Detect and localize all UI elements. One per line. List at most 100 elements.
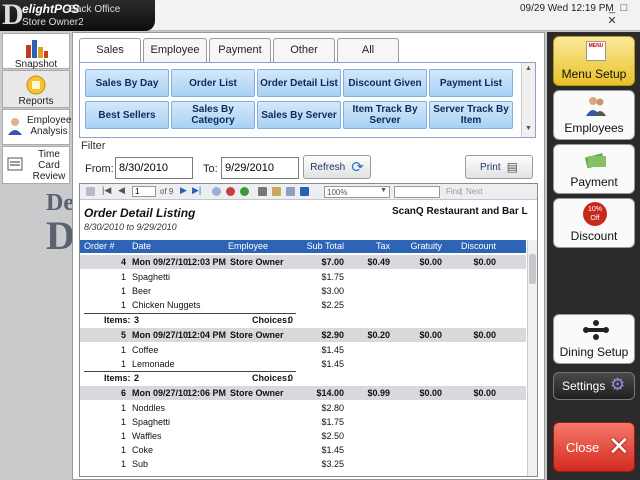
filter-legend: Filter: [81, 140, 106, 152]
printer-icon: ▤: [506, 160, 518, 174]
report-grid-scrollbar[interactable]: ▲ ▼: [521, 63, 535, 137]
tab-sales[interactable]: Sales: [79, 38, 141, 63]
menu-badge: MENU: [588, 43, 604, 49]
first-page-icon[interactable]: |◀: [102, 185, 111, 196]
left-nav: Snapshot Reports Employee Analysis Time …: [0, 33, 72, 184]
item-row: 1 Sub $3.25: [120, 459, 344, 469]
nav-time-card-review[interactable]: Time Card Review: [2, 146, 70, 184]
col-discount: Discount: [460, 241, 496, 251]
report-payment-list[interactable]: Payment List: [429, 69, 513, 97]
report-scrollbar[interactable]: [527, 240, 537, 476]
refresh-button[interactable]: Refresh ⟳: [303, 155, 371, 179]
refresh-label: Refresh: [310, 161, 346, 173]
bar-chart-icon: [26, 40, 48, 58]
discount-button[interactable]: 10% Off Discount: [553, 198, 635, 248]
filter-section: Filter From: To: Refresh ⟳ Print ▤: [79, 140, 539, 183]
report-sales-by-category[interactable]: Sales By Category: [171, 101, 255, 129]
print-layout-icon[interactable]: [272, 187, 281, 196]
employees-icon: [586, 97, 606, 116]
refresh-report-icon[interactable]: [240, 187, 249, 196]
nav-snapshot[interactable]: Snapshot: [2, 33, 70, 70]
settings-button[interactable]: Settings ⚙: [553, 372, 635, 400]
close-x-icon: ✕: [608, 431, 630, 461]
order-row[interactable]: 6 Mon 09/27/10 12:06 PM Store Owner $14.…: [80, 386, 526, 400]
toggle-sidebar-icon[interactable]: [86, 187, 95, 196]
report-sales-by-day[interactable]: Sales By Day: [85, 69, 169, 97]
report-order-detail-list[interactable]: Order Detail List: [257, 69, 341, 97]
from-date-input[interactable]: [115, 157, 193, 179]
viewer-toolbar: |◀ ◀ of 9 ▶ ▶| 100% ▼ Find | Next: [80, 184, 537, 200]
order-row[interactable]: 5 Mon 09/27/10 12:04 PM Store Owner $2.9…: [80, 328, 526, 342]
tab-other[interactable]: Other: [273, 38, 335, 62]
close-window-button[interactable]: ✕: [606, 14, 618, 27]
print-label: Print: [480, 161, 501, 173]
minimize-button[interactable]: _: [606, 2, 618, 14]
app-logo: D elightPOS -Back Office Store Owner2: [0, 0, 155, 31]
dining-table-icon: [583, 320, 609, 340]
discount-badge-bottom: Off: [590, 215, 600, 222]
discount-badge-icon: 10% Off: [583, 202, 607, 226]
export-icon[interactable]: [300, 187, 309, 196]
scrollbar-thumb[interactable]: [529, 254, 536, 284]
prev-page-icon[interactable]: ◀: [118, 185, 125, 196]
report-button-grid: Sales By Day Order List Order Detail Lis…: [79, 62, 536, 138]
zoom-value: 100%: [327, 188, 348, 197]
report-server-track-by-item[interactable]: Server Track By Item: [429, 101, 513, 129]
dining-setup-button[interactable]: Dining Setup: [553, 314, 635, 364]
report-title: Order Detail Listing: [84, 206, 196, 220]
find-input[interactable]: [394, 186, 440, 198]
order-row[interactable]: 4 Mon 09/27/10 12:03 PM Store Owner $7.0…: [80, 255, 526, 269]
item-row: 1 Coffee $1.45: [120, 345, 344, 355]
title-bar: D elightPOS -Back Office Store Owner2 09…: [0, 0, 640, 31]
back-icon[interactable]: [212, 187, 221, 196]
dining-setup-label: Dining Setup: [559, 345, 629, 359]
report-sales-by-server[interactable]: Sales By Server: [257, 101, 341, 129]
report-best-sellers[interactable]: Best Sellers: [85, 101, 169, 129]
col-employee: Employee: [228, 241, 269, 251]
print-button[interactable]: Print ▤: [465, 155, 533, 179]
report-item-track-by-server[interactable]: Item Track By Server: [343, 101, 427, 129]
report-order-list[interactable]: Order List: [171, 69, 255, 97]
employees-label: Employees: [564, 121, 624, 135]
next-page-icon[interactable]: ▶: [180, 185, 187, 196]
close-button[interactable]: Close ✕: [553, 422, 635, 472]
nav-employee-analysis-label: Employee Analysis: [27, 115, 72, 137]
reports-icon: [26, 75, 46, 95]
refresh-icon: ⟳: [351, 159, 364, 176]
money-icon: [584, 153, 606, 169]
page-setup-icon[interactable]: [286, 187, 295, 196]
nav-employee-analysis[interactable]: Employee Analysis: [2, 109, 72, 145]
stop-icon[interactable]: [226, 187, 235, 196]
tab-employee[interactable]: Employee: [143, 38, 207, 62]
report-discount-given[interactable]: Discount Given: [343, 69, 427, 97]
reports-panel: Sales Employee Payment Other All Sales B…: [72, 32, 545, 480]
nav-time-card-review-label: Time Card Review: [32, 149, 66, 182]
order-summary-row: Items: 2 Choices: 0: [80, 371, 526, 385]
tab-all[interactable]: All: [337, 38, 399, 62]
time-card-icon: [7, 157, 23, 171]
section-name: -Back Office: [66, 4, 121, 15]
to-date-input[interactable]: [221, 157, 299, 179]
last-page-icon[interactable]: ▶|: [192, 185, 201, 196]
page-number-input[interactable]: [132, 186, 156, 197]
col-gratuity: Gratuity: [410, 241, 442, 251]
menu-setup-label: Menu Setup: [561, 67, 627, 81]
item-row: 1 Noddles $2.80: [120, 403, 344, 413]
payment-button[interactable]: Payment: [553, 144, 635, 194]
nav-reports[interactable]: Reports: [2, 70, 70, 108]
tab-payment[interactable]: Payment: [209, 38, 271, 62]
item-row: 1 Lemonade $1.45: [120, 359, 344, 369]
nav-reports-label: Reports: [18, 96, 54, 107]
page-count: of 9: [160, 187, 174, 196]
maximize-button[interactable]: □: [618, 2, 630, 14]
report-viewer: |◀ ◀ of 9 ▶ ▶| 100% ▼ Find | Next Order …: [79, 183, 538, 477]
next-link[interactable]: Next: [466, 187, 482, 196]
employees-button[interactable]: Employees: [553, 90, 635, 140]
window-controls: _ □✕: [606, 2, 640, 27]
print-report-icon[interactable]: [258, 187, 267, 196]
zoom-select[interactable]: 100% ▼: [324, 186, 390, 198]
company-name: ScanQ Restaurant and Bar L: [392, 206, 528, 217]
menu-icon: MENU: [586, 41, 606, 61]
menu-setup-button[interactable]: MENU Menu Setup: [553, 36, 635, 86]
employee-analysis-icon: [8, 118, 22, 135]
